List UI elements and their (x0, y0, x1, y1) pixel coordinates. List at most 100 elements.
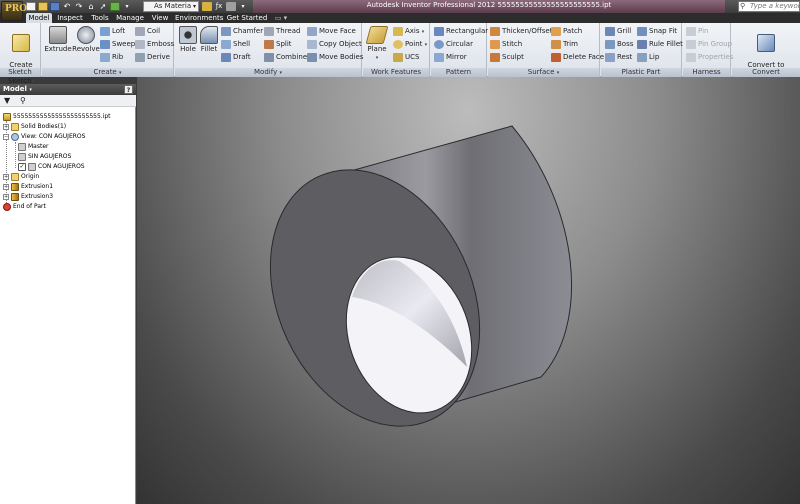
redo-icon[interactable]: ↷ (74, 2, 84, 11)
find-icon[interactable]: ⚲ (20, 96, 26, 105)
filter-icon[interactable]: ▼ (4, 96, 10, 105)
material-select[interactable]: As Materia ▾ (143, 1, 199, 12)
split-button[interactable]: Split (264, 39, 292, 50)
trim-button[interactable]: Trim (551, 39, 578, 50)
graphics-viewport[interactable] (137, 77, 800, 504)
tree-node-extrusion1[interactable]: + Extrusion1 (3, 182, 53, 192)
ribbon-options-icon[interactable]: ▭ ▾ (272, 13, 290, 23)
grill-button[interactable]: Grill (605, 26, 631, 37)
boss-icon (605, 40, 615, 49)
ucs-button[interactable]: UCS (393, 52, 419, 63)
shell-button[interactable]: Shell (221, 39, 250, 50)
stitch-button[interactable]: Stitch (490, 39, 522, 50)
select-icon[interactable]: ➚ (98, 2, 108, 11)
tree-node-master[interactable]: Master (18, 142, 49, 152)
tree-node-part[interactable]: 55555555555555555555555.ipt (3, 112, 111, 122)
home-icon[interactable]: ⌂ (86, 2, 96, 11)
move-bodies-button[interactable]: Move Bodies (307, 52, 363, 63)
browser-title[interactable]: Model ▾ ? (0, 84, 136, 95)
chamfer-icon (221, 27, 231, 36)
derive-button[interactable]: Derive (135, 52, 170, 63)
measure-icon[interactable] (226, 2, 236, 11)
tab-model[interactable]: Model (26, 13, 52, 23)
search-input[interactable]: ⚲Type a keyword or (738, 1, 800, 12)
combine-button[interactable]: Combine (264, 52, 307, 63)
rule-fillet-button[interactable]: Rule Fillet (637, 39, 683, 50)
tab-get-started[interactable]: Get Started (226, 13, 268, 23)
move-face-button[interactable]: Move Face (307, 26, 356, 37)
fillet-button[interactable]: Fillet (198, 26, 220, 53)
modify-panel-title[interactable]: Modify ▾ (175, 68, 361, 77)
collapse-icon[interactable]: − (3, 133, 9, 140)
expand-icon[interactable]: + (3, 183, 9, 190)
rib-button[interactable]: Rib (100, 52, 123, 63)
lip-button[interactable]: Lip (637, 52, 659, 63)
point-button[interactable]: Point ▾ (393, 39, 427, 50)
chamfer-button[interactable]: Chamfer (221, 26, 263, 37)
tree-node-origin[interactable]: + Origin (3, 172, 39, 182)
rest-button[interactable]: Rest (605, 52, 632, 63)
axis-button[interactable]: Axis ▾ (393, 26, 424, 37)
mirror-button[interactable]: Mirror (434, 52, 467, 63)
surface-panel-title[interactable]: Surface ▾ (488, 68, 599, 77)
thread-button[interactable]: Thread (264, 26, 300, 37)
sweep-button[interactable]: Sweep (100, 39, 135, 50)
tree-node-view[interactable]: − View: CON AGUJEROS (3, 132, 85, 142)
boss-button[interactable]: Boss (605, 39, 633, 50)
thicken-offset-button[interactable]: Thicken/Offset (490, 26, 552, 37)
customize-icon[interactable]: ▾ (238, 2, 248, 11)
emboss-button[interactable]: Emboss (135, 39, 174, 50)
tab-inspect[interactable]: Inspect (56, 13, 84, 23)
sculpt-icon (490, 53, 500, 62)
open-file-icon[interactable] (38, 2, 48, 11)
patch-button[interactable]: Patch (551, 26, 582, 37)
window-title: Autodesk Inventor Professional 2012 5555… (366, 1, 612, 9)
rectangular-pattern-button[interactable]: Rectangular (434, 26, 488, 37)
undo-icon[interactable]: ↶ (62, 2, 72, 11)
sculpt-button[interactable]: Sculpt (490, 52, 524, 63)
tab-environments[interactable]: Environments (175, 13, 223, 23)
qat-dropdown-icon[interactable]: ▾ (122, 2, 132, 11)
tab-manage[interactable]: Manage (115, 13, 145, 23)
tree-node-extrusion3[interactable]: + Extrusion3 (3, 192, 53, 202)
draft-button[interactable]: Draft (221, 52, 251, 63)
extrude-button[interactable]: Extrude (44, 26, 72, 53)
pin-button[interactable]: Pin (686, 26, 708, 37)
chevron-down-icon: ▾ (556, 70, 560, 76)
extrude-icon (49, 26, 67, 44)
help-icon[interactable]: ? (124, 85, 133, 94)
tree-node-solid-bodies[interactable]: + Solid Bodies(1) (3, 122, 66, 132)
copy-object-button[interactable]: Copy Object (307, 39, 362, 50)
update-icon[interactable] (110, 2, 120, 11)
tree-node-end-of-part[interactable]: End of Part (3, 202, 46, 212)
plane-icon (365, 26, 389, 44)
circular-pattern-button[interactable]: Circular (434, 39, 473, 50)
expand-icon[interactable]: + (3, 173, 9, 180)
appearance-icon[interactable] (202, 2, 212, 11)
pin-group-icon (686, 40, 696, 49)
derive-icon (135, 53, 145, 62)
tab-view[interactable]: View (150, 13, 170, 23)
application-menu-button[interactable]: PRO (1, 1, 27, 21)
plane-button[interactable]: Plane ▾ (365, 26, 389, 62)
snap-fit-button[interactable]: Snap Fit (637, 26, 677, 37)
draft-icon (221, 53, 231, 62)
expand-icon[interactable]: + (3, 193, 9, 200)
new-file-icon[interactable] (26, 2, 36, 11)
coil-button[interactable]: Coil (135, 26, 160, 37)
pin-group-button[interactable]: Pin Group (686, 39, 732, 50)
properties-button[interactable]: Properties (686, 52, 733, 63)
create-panel-title[interactable]: Create ▾ (42, 68, 173, 77)
tree-node-sin-agujeros[interactable]: SIN AGUJEROS (18, 152, 71, 162)
hole-button[interactable]: Hole (177, 26, 199, 53)
expand-icon[interactable]: + (3, 123, 9, 130)
tree-node-con-agujeros[interactable]: ✓ CON AGUJEROS (18, 162, 85, 172)
loft-button[interactable]: Loft (100, 26, 125, 37)
save-icon[interactable] (50, 2, 60, 11)
parameters-icon[interactable]: ƒx (214, 2, 224, 11)
revolve-button[interactable]: Revolve (72, 26, 100, 53)
create-2d-sketch-button[interactable]: Create 2D Sketch▾ (3, 26, 39, 86)
delete-face-button[interactable]: Delete Face (551, 52, 604, 63)
checkbox-checked-icon[interactable]: ✓ (18, 162, 26, 171)
tab-tools[interactable]: Tools (88, 13, 112, 23)
